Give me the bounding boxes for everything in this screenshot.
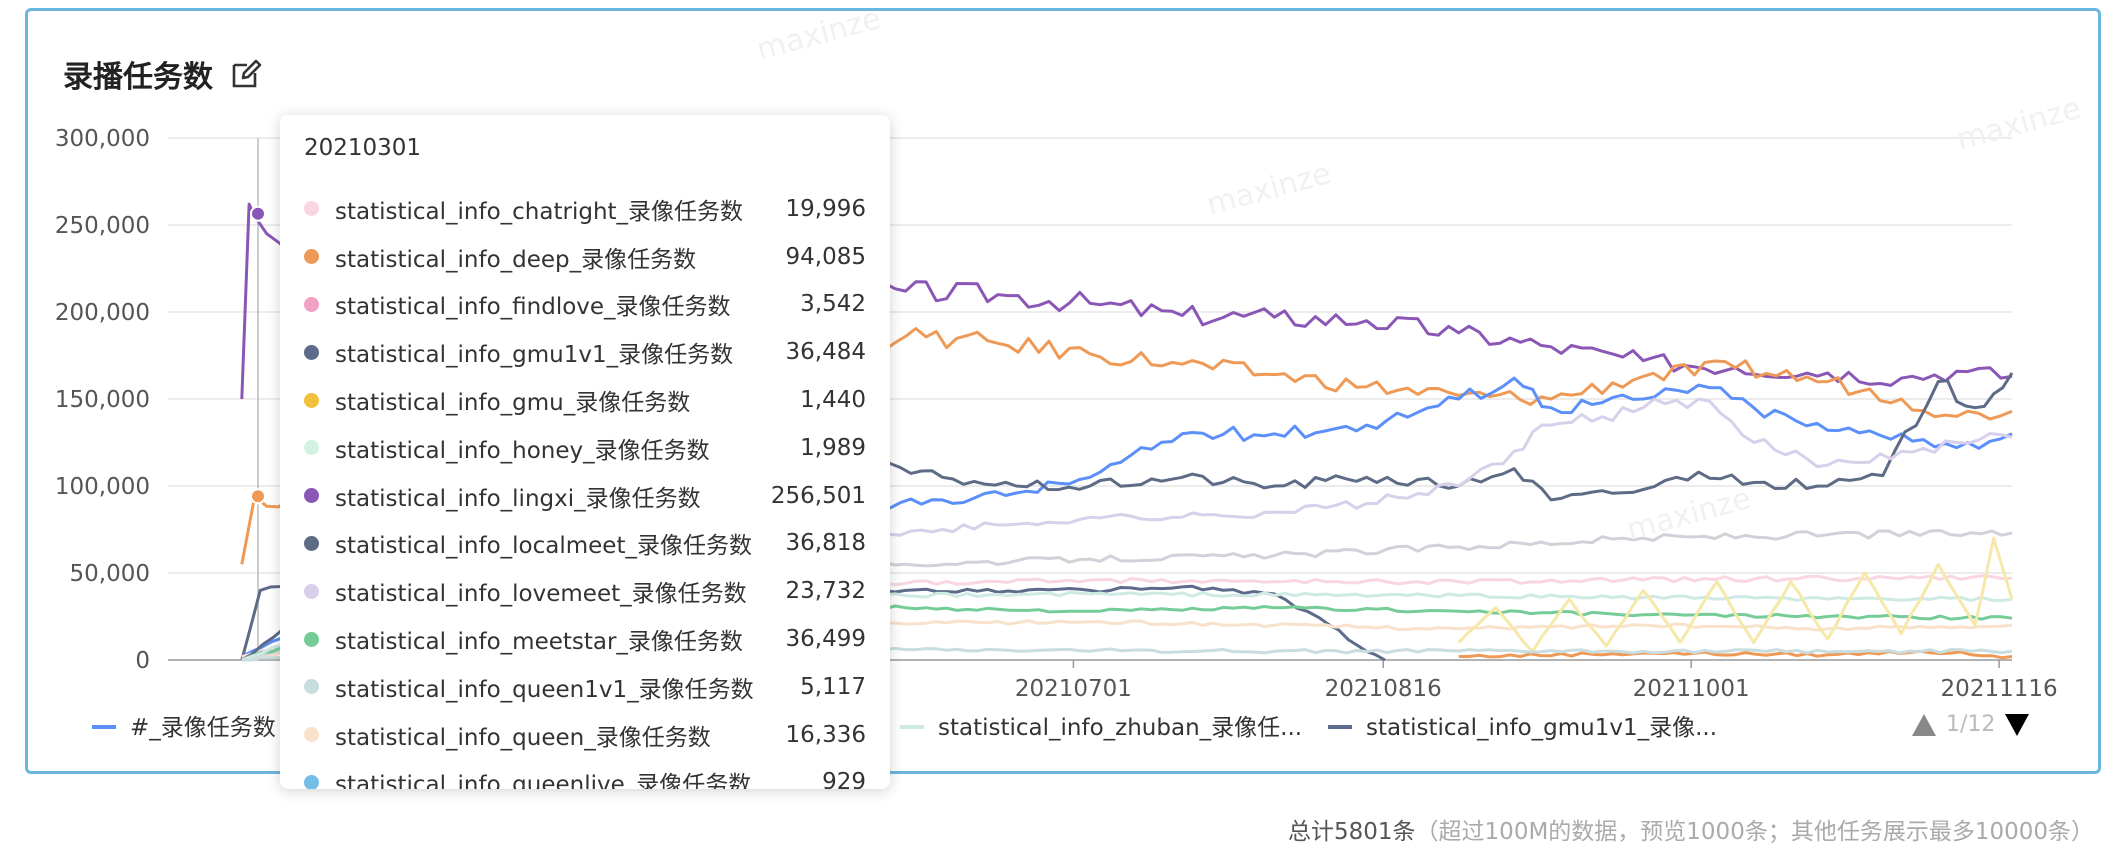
tooltip-row: statistical_info_gmu_录像任务数 1,440 [304,376,866,424]
x-tick-label: 20210816 [1325,676,1442,702]
series-swatch [304,488,319,504]
tooltip-row: statistical_info_chatright_录像任务数 19,996 [304,185,866,233]
tooltip-series-value: 19,996 [785,195,866,222]
tooltip-series-value: 16,336 [785,721,866,748]
tooltip-series-name: statistical_info_gmu1v1_录像任务数 [335,342,734,369]
tooltip-row: statistical_info_lingxi_录像任务数 256,501 [304,472,866,520]
tooltip-row: statistical_info_queen1v1_录像任务数 5,117 [304,663,866,711]
tooltip-series-value: 36,484 [785,339,866,366]
y-tick-label: 100,000 [55,474,150,500]
y-tick-label: 300,000 [55,126,150,152]
tooltip-series-name: statistical_info_chatright_录像任务数 [335,198,744,225]
tooltip-row: statistical_info_queen_录像任务数 16,336 [304,711,866,759]
chart-title-row: 录播任务数 [63,52,263,96]
tooltip-series-value: 1,989 [800,434,866,461]
tooltip-row: statistical_info_deep_录像任务数 94,085 [304,233,866,281]
tooltip-series-value: 1,440 [800,387,866,414]
y-tick-label: 150,000 [55,387,150,413]
tooltip-row: statistical_info_gmu1v1_录像任务数 36,484 [304,328,866,376]
tooltip-series-name: statistical_info_deep_录像任务数 [335,246,697,273]
tooltip-date: 20210301 [304,135,422,161]
legend-next-icon[interactable] [2005,713,2030,736]
tooltip-row: statistical_info_localmeet_录像任务数 36,818 [304,520,866,568]
series-swatch [304,249,319,265]
legend-pager: 1/12 [1912,712,2030,737]
tooltip-series-value: 36,818 [785,530,866,557]
legend-item: statistical_info_gmu1v1_录像... [1366,715,1717,741]
series-swatch [304,535,319,551]
watermark-text: maxinze [1953,91,2085,158]
hover-point [250,205,266,222]
watermark-text: maxinze [1203,156,1335,223]
watermark-text: maxinze [753,1,885,68]
legend-prev-icon[interactable] [1912,713,1936,736]
tooltip-rows: statistical_info_chatright_录像任务数 19,996 st… [304,185,866,789]
tooltip-series-value: 929 [822,769,866,789]
page-title: 录播任务数 [63,60,213,95]
tooltip-row: statistical_info_findlove_录像任务数 3,542 [304,281,866,329]
tooltip-series-name: statistical_info_lovemeet_录像任务数 [335,581,747,608]
series-swatch [304,296,319,312]
tooltip-series-name: statistical_info_localmeet_录像任务数 [335,533,752,560]
footer-summary: 总计5801条（超过100M的数据，预览1000条；其他任务展示最多10000条… [1288,812,2094,846]
tooltip-series-value: 36,499 [785,626,866,653]
tooltip-series-name: statistical_info_honey_录像任务数 [335,437,710,464]
series-swatch [304,440,319,456]
series-line [1457,536,2014,653]
hover-point [250,488,266,505]
footer-note: （超过100M的数据，预览1000条；其他任务展示最多10000条） [1415,819,2094,845]
tooltip-series-value: 3,542 [800,291,866,318]
x-tick-label: 20211001 [1633,676,1750,702]
tooltip-series-name: statistical_info_gmu_录像任务数 [335,390,691,417]
y-tick-label: 250,000 [55,213,150,239]
y-tick-label: 0 [135,648,150,674]
x-tick-label: 20211116 [1941,676,2058,702]
tooltip-row: statistical_info_meetstar_录像任务数 36,499 [304,615,866,663]
legend-page-indicator: 1/12 [1946,712,1996,737]
tooltip-series-name: statistical_info_meetstar_录像任务数 [335,629,743,656]
series-swatch [304,201,319,217]
series-swatch [304,392,319,408]
tooltip-row: statistical_info_queenlive_录像任务数 929 [304,759,866,789]
series-swatch [304,631,319,647]
legend-item: #_录像任务数 [130,715,276,741]
tooltip-row: statistical_info_honey_录像任务数 1,989 [304,424,866,472]
tooltip-series-value: 256,501 [770,482,866,509]
series-swatch [304,583,319,599]
legend-item: statistical_info_zhuban_录像任... [938,715,1302,741]
tooltip-series-name: statistical_info_queen1v1_录像任务数 [335,676,754,703]
y-tick-label: 200,000 [55,300,150,326]
tooltip-series-name: statistical_info_findlove_录像任务数 [335,294,731,321]
tooltip-series-name: statistical_info_queen_录像任务数 [335,724,711,751]
tooltip-series-value: 5,117 [800,673,866,700]
series-swatch [304,679,319,695]
tooltip-series-value: 94,085 [785,243,866,270]
tooltip-series-name: statistical_info_lingxi_录像任务数 [335,485,701,512]
tooltip-row: statistical_info_lovemeet_录像任务数 23,732 [304,567,866,615]
edit-icon[interactable] [229,57,263,91]
tooltip-series-name: statistical_info_queenlive_录像任务数 [335,772,752,789]
y-tick-label: 50,000 [70,561,150,587]
series-swatch [304,727,319,743]
x-tick-label: 20210701 [1015,676,1132,702]
footer-total: 总计5801条 [1288,819,1416,845]
tooltip-series-value: 23,732 [785,578,866,605]
chart-tooltip: 20210301 statistical_info_chatright_录像任务… [280,115,890,789]
series-swatch [304,344,319,360]
series-swatch [304,774,319,789]
